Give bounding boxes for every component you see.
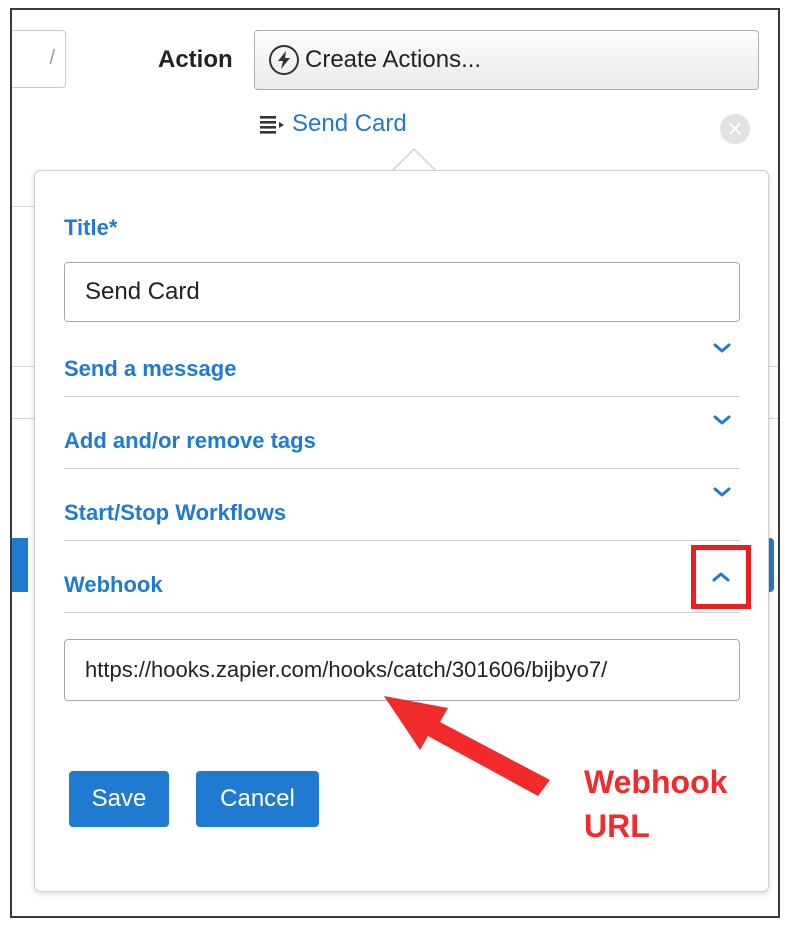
- annotation-line2: URL: [584, 808, 650, 844]
- annotation-label: Webhook URL: [584, 760, 727, 848]
- screenshot-frame: / Action Create Actions... Send Card ✕ T…: [10, 8, 780, 918]
- annotation-line1: Webhook: [584, 764, 728, 800]
